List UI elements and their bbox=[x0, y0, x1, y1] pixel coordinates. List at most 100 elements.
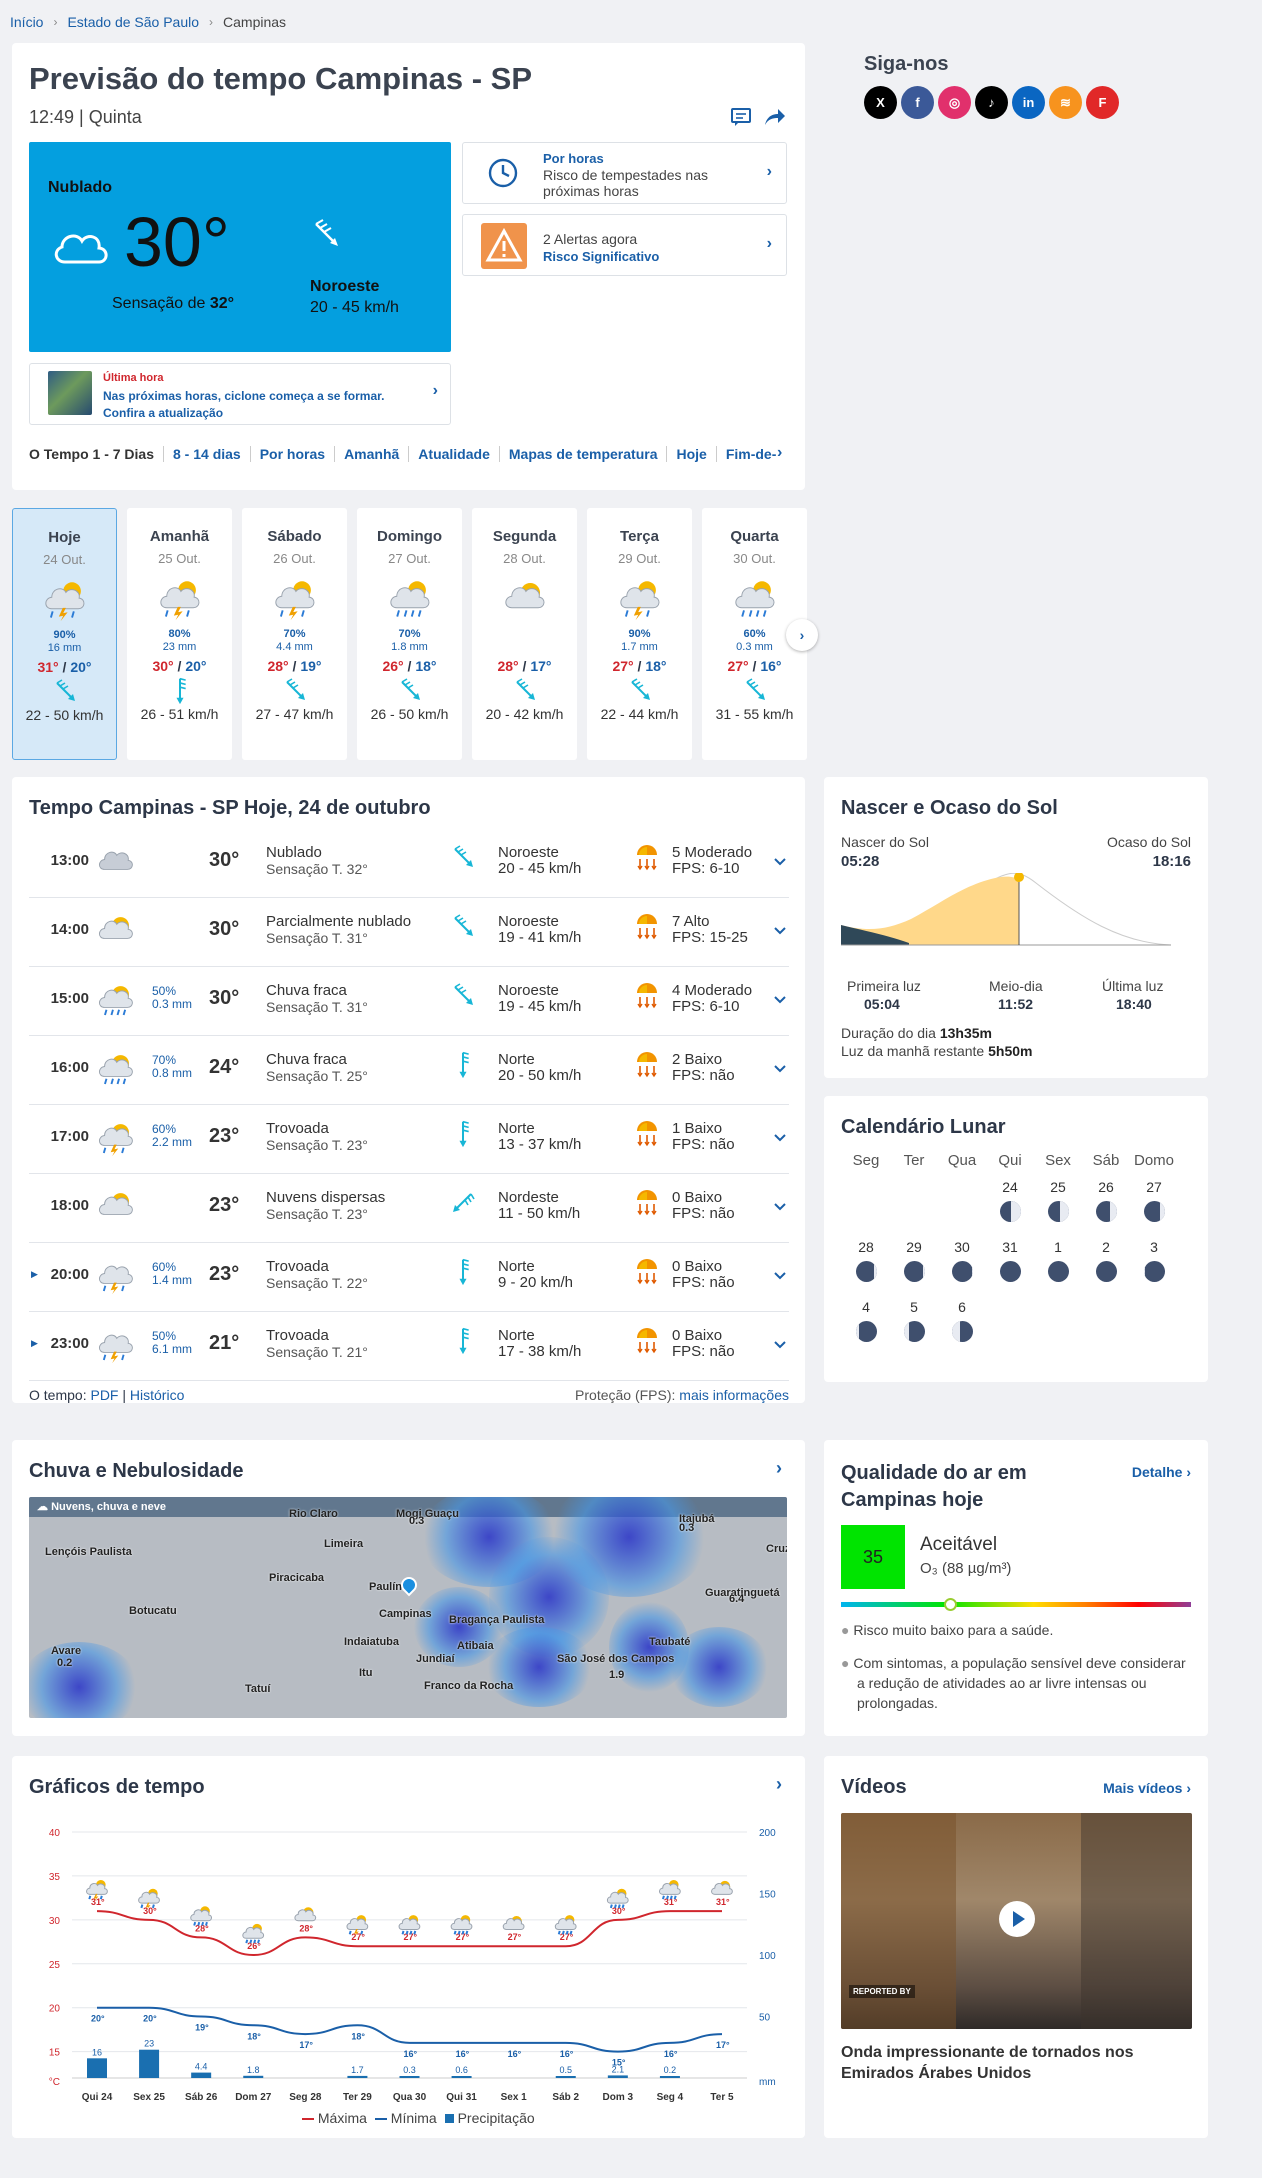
news-link[interactable]: Confira a atualização bbox=[103, 406, 223, 420]
hourly-row[interactable]: ▶ 20:00 60% 1.4 mm 23° Trovoada Sensação T… bbox=[29, 1243, 789, 1312]
share-icon[interactable] bbox=[762, 106, 786, 131]
hourly-row[interactable]: 15:00 50% 0.3 mm 30° Chuva fraca Sensação … bbox=[29, 967, 789, 1036]
hourly-row[interactable]: 16:00 70% 0.8 mm 24° Chuva fraca Sensação … bbox=[29, 1036, 789, 1105]
weekday-label: Qui bbox=[998, 1152, 1022, 1169]
hour-condition: Nublado Sensação T. 32° bbox=[266, 844, 368, 878]
day-card[interactable]: Amanhã 25 Out. 80% 23 mm 30° / 20° 26 - … bbox=[127, 508, 232, 760]
day-card[interactable]: Terça 29 Out. 90% 1.7 mm 27° / 18° 22 - … bbox=[587, 508, 692, 760]
history-link[interactable]: Histórico bbox=[130, 1387, 184, 1403]
pdf-link[interactable]: PDF bbox=[90, 1387, 118, 1403]
wind-speed: 27 - 47 km/h bbox=[255, 706, 334, 722]
facebook-icon[interactable]: f bbox=[901, 86, 934, 119]
video-thumbnail[interactable]: REPORTED BY bbox=[841, 1813, 1192, 2029]
hourly-row[interactable]: 13:00 30° Nublado Sensação T. 32° Noroest… bbox=[29, 829, 789, 898]
tab-6[interactable]: Hoje bbox=[667, 446, 717, 462]
rain-icon bbox=[702, 572, 807, 626]
tab-3[interactable]: Amanhã bbox=[335, 446, 410, 462]
fps-more-link[interactable]: mais informações bbox=[679, 1387, 789, 1403]
day-card[interactable]: Sábado 26 Out. 70% 4.4 mm 28° / 19° 27 -… bbox=[242, 508, 347, 760]
radar-map[interactable]: ☁ Nuvens, chuva e neve Rio Claro Mogi Gua… bbox=[29, 1497, 787, 1718]
chevron-down-icon[interactable] bbox=[774, 1129, 786, 1145]
x-tick-label: Qui 31 bbox=[446, 2092, 477, 2103]
tab-1[interactable]: 8 - 14 dias bbox=[164, 446, 251, 462]
day-card[interactable]: Segunda 28 Out. 28° / 17° 20 - 42 km/h bbox=[472, 508, 577, 760]
hour-time: 20:00 bbox=[50, 1266, 89, 1283]
point-label: 30° bbox=[143, 1906, 157, 1916]
weekday-label: Seg bbox=[852, 1152, 880, 1169]
day-card[interactable]: Domingo 27 Out. 70% 1.8 mm 26° / 18° 26 … bbox=[357, 508, 462, 760]
moon-day[interactable]: 27 bbox=[1130, 1179, 1178, 1222]
air-o3: O₃ (88 µg/m³) bbox=[920, 1560, 1012, 1577]
page-title: Previsão do tempo Campinas - SP bbox=[29, 61, 533, 96]
hour-temperature: 30° bbox=[209, 987, 240, 1009]
moon-day[interactable]: 28 bbox=[842, 1239, 890, 1282]
x-tick-label: Dom 27 bbox=[235, 2092, 272, 2103]
wind-speed: 26 - 50 km/h bbox=[370, 706, 449, 722]
x-tick-label: Ter 29 bbox=[343, 2092, 372, 2103]
moon-day[interactable]: 24 bbox=[986, 1179, 1034, 1222]
day-name: Quarta bbox=[730, 528, 779, 545]
chevron-down-icon[interactable] bbox=[774, 991, 786, 1007]
tab-0[interactable]: O Tempo 1 - 7 Dias bbox=[29, 446, 164, 462]
moon-day[interactable]: 31 bbox=[986, 1239, 1034, 1282]
map-city-label: Rio Claro bbox=[289, 1508, 338, 1520]
day-card[interactable]: Hoje 24 Out. 90% 16 mm 31° / 20° 22 - 50… bbox=[12, 508, 117, 760]
breadcrumb-home[interactable]: Início bbox=[10, 14, 43, 30]
tab-2[interactable]: Por horas bbox=[251, 446, 336, 462]
linkedin-icon[interactable]: in bbox=[1012, 86, 1045, 119]
chevron-down-icon[interactable] bbox=[774, 922, 786, 938]
moon-phase-icon bbox=[1047, 1201, 1069, 1222]
y-tick-left: 20 bbox=[49, 2004, 61, 2015]
air-detail-link[interactable]: Detalhe › bbox=[1132, 1464, 1191, 1480]
chevron-down-icon[interactable] bbox=[774, 1198, 786, 1214]
precip-bar bbox=[555, 2076, 576, 2078]
chevron-right-icon[interactable]: › bbox=[776, 1774, 782, 1795]
instagram-icon[interactable]: ◎ bbox=[938, 86, 971, 119]
days-next-button[interactable]: › bbox=[786, 619, 818, 651]
hourly-row[interactable]: 17:00 60% 2.2 mm 23° Trovoada Sensação T. … bbox=[29, 1105, 789, 1174]
video-caption[interactable]: Onda impressionante de tornados nos Emir… bbox=[841, 2042, 1171, 2084]
last-hour-news[interactable]: Última hora Nas próximas horas, ciclone … bbox=[29, 363, 451, 425]
flipboard-icon[interactable]: F bbox=[1086, 86, 1119, 119]
precip-label: 0.5 bbox=[559, 2065, 572, 2075]
hourly-link-box[interactable]: Por horas Risco de tempestades nas próxi… bbox=[462, 142, 787, 204]
chevron-down-icon[interactable] bbox=[774, 1267, 786, 1283]
alerts-link-box[interactable]: 2 Alertas agora Risco Significativo › bbox=[462, 214, 787, 276]
chevron-down-icon[interactable] bbox=[774, 853, 786, 869]
rss-icon[interactable]: ≋ bbox=[1049, 86, 1082, 119]
chevron-down-icon[interactable] bbox=[774, 1336, 786, 1352]
rain-probability: 90% bbox=[53, 629, 76, 641]
tab-7[interactable]: Fim-de- bbox=[717, 446, 786, 462]
chevron-right-icon[interactable]: › bbox=[776, 1458, 782, 1479]
x-icon[interactable]: X bbox=[864, 86, 897, 119]
hourly-row[interactable]: 14:00 30° Parcialmente nublado Sensação T… bbox=[29, 898, 789, 967]
tab-4[interactable]: Atualidade bbox=[409, 446, 500, 462]
tab-5[interactable]: Mapas de temperatura bbox=[500, 446, 668, 462]
play-button[interactable] bbox=[999, 1901, 1035, 1937]
tiktok-icon[interactable]: ♪ bbox=[975, 86, 1008, 119]
moon-day[interactable]: 4 bbox=[842, 1299, 890, 1342]
day-name: Sábado bbox=[267, 528, 322, 545]
partly-icon bbox=[96, 911, 136, 954]
hourly-row[interactable]: ▶ 23:00 50% 6.1 mm 21° Trovoada Sensação T… bbox=[29, 1312, 789, 1381]
moon-day[interactable]: 1 bbox=[1034, 1239, 1082, 1282]
moon-day[interactable]: 5 bbox=[890, 1299, 938, 1342]
moon-day[interactable]: 25 bbox=[1034, 1179, 1082, 1222]
moon-day[interactable]: 29 bbox=[890, 1239, 938, 1282]
moon-day[interactable]: 3 bbox=[1130, 1239, 1178, 1282]
chevron-down-icon[interactable] bbox=[774, 1060, 786, 1076]
breadcrumb-state[interactable]: Estado de São Paulo bbox=[67, 14, 199, 30]
moon-day[interactable]: 2 bbox=[1082, 1239, 1130, 1282]
rain-amount: 1.7 mm bbox=[621, 641, 658, 653]
current-conditions: Nublado 30° Sensação de 32° Noroeste 20 … bbox=[29, 142, 451, 352]
chevron-right-icon[interactable]: › bbox=[777, 444, 782, 462]
moon-day[interactable]: 30 bbox=[938, 1239, 986, 1282]
wind-speed: 20 - 45 km/h bbox=[310, 299, 399, 316]
more-videos-link[interactable]: Mais vídeos › bbox=[1103, 1780, 1191, 1796]
moon-phase-icon bbox=[855, 1321, 877, 1342]
moon-day[interactable]: 6 bbox=[938, 1299, 986, 1342]
moon-day[interactable]: 26 bbox=[1082, 1179, 1130, 1222]
weather-charts-card: Gráficos de tempo › 40 35 30 25 20 15 200 150 10… bbox=[12, 1756, 805, 2138]
hourly-row[interactable]: 18:00 23° Nuvens dispersas Sensação T. 23… bbox=[29, 1174, 789, 1243]
comment-icon[interactable] bbox=[730, 106, 752, 131]
